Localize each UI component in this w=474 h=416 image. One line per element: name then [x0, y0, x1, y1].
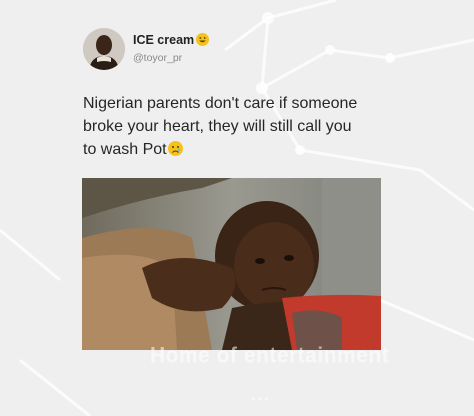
- avatar[interactable]: [83, 28, 125, 70]
- watermark-text: Home of entertainment: [150, 343, 390, 368]
- sad-child-image: [82, 178, 381, 350]
- tweet-text: Nigerian parents don't care if someone b…: [83, 92, 413, 161]
- tweet-line-2: broke your heart, they will still call y…: [83, 118, 352, 135]
- tweet-line-3: to wash Pot: [83, 138, 413, 161]
- watermark-text-secondary: …: [250, 383, 270, 405]
- user-name[interactable]: ICE cream: [133, 33, 210, 47]
- tweet-line-3-text: to wash Pot: [83, 141, 167, 158]
- tweet-photo[interactable]: [82, 178, 381, 350]
- user-handle[interactable]: @toyor_pr: [133, 52, 182, 64]
- tweet-line-1: Nigerian parents don't care if someone: [83, 95, 358, 112]
- sad-face-icon: [167, 141, 183, 156]
- grinning-face-icon: [196, 33, 210, 46]
- avatar-image: [83, 28, 125, 70]
- user-name-text: ICE cream: [133, 33, 195, 47]
